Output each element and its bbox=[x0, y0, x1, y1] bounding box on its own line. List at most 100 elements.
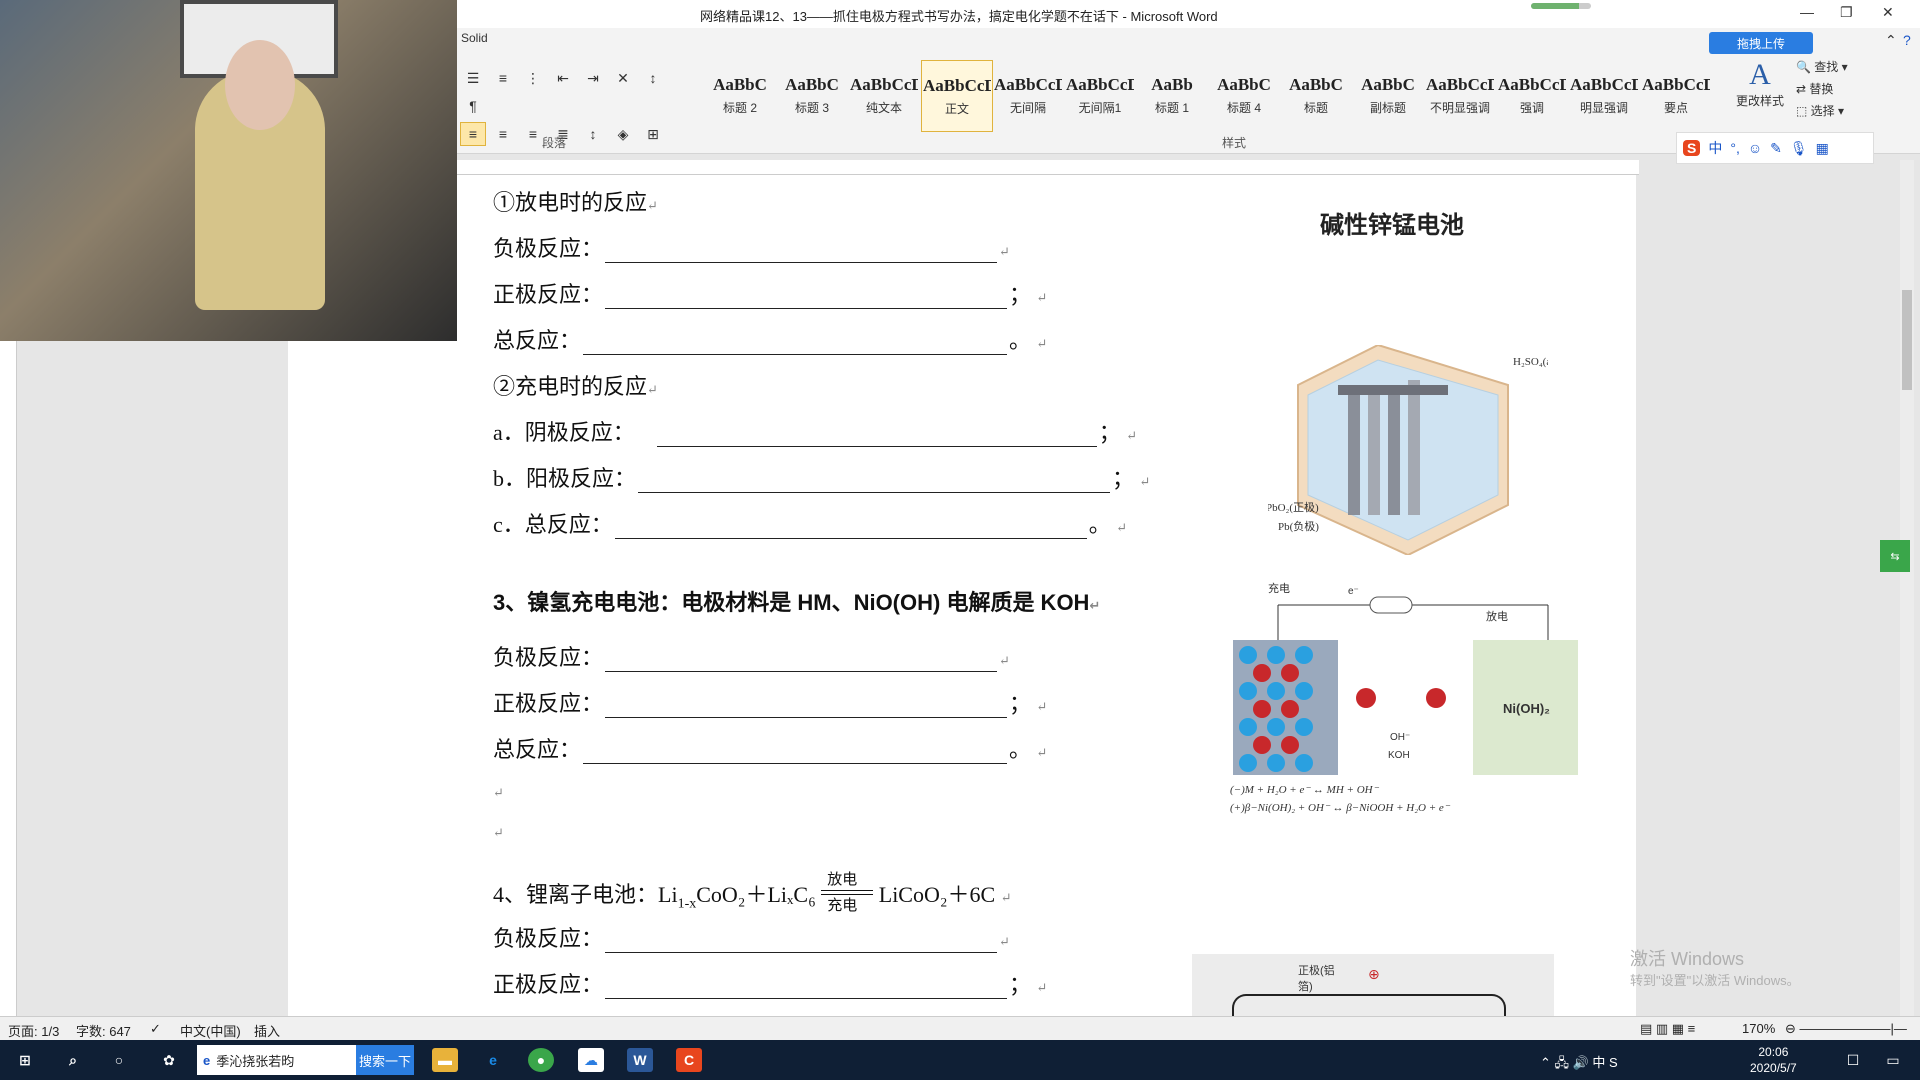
electron-label: e⁻ bbox=[1348, 586, 1359, 597]
sec4-prefix: 4、锂离子电池：Li bbox=[493, 882, 678, 907]
document-page[interactable]: ①放电时的反应↵ 负极反应： ↵ 正极反应： ； ↵ 总反应： 。 ↵ ②充电时的反应… bbox=[288, 175, 1636, 1017]
font-name[interactable]: Solid bbox=[461, 31, 488, 45]
search-box[interactable]: e 季沁挠张若昀 搜索一下 bbox=[197, 1045, 414, 1075]
restore-button[interactable]: ❐ bbox=[1840, 4, 1853, 21]
style-4[interactable]: AaBbCcDd 正文 bbox=[921, 60, 993, 132]
numbering-icon[interactable]: ≡ bbox=[490, 66, 516, 90]
style-2[interactable]: AaBbC 标题 3 bbox=[777, 60, 847, 130]
punctuation-icon[interactable]: °, bbox=[1730, 140, 1740, 156]
activation-watermark: 激活 Windows bbox=[1630, 949, 1745, 969]
style-14[interactable]: AaBbCcDd 要点 bbox=[1641, 60, 1711, 130]
app-icon[interactable]: ✿ bbox=[156, 1048, 182, 1072]
style-9[interactable]: AaBbC 标题 bbox=[1281, 60, 1351, 130]
help-icon[interactable]: ? bbox=[1903, 32, 1911, 48]
view-buttons[interactable]: ▤ ▥ ▦ ≡ bbox=[1640, 1021, 1695, 1037]
scrollbar-thumb[interactable] bbox=[1902, 290, 1912, 390]
select-button[interactable]: ⬚ 选择 ▾ bbox=[1796, 100, 1848, 122]
answer-blank[interactable] bbox=[605, 653, 998, 672]
ime-lang-toggle[interactable]: 中 bbox=[1708, 138, 1722, 158]
cloud-app-icon[interactable]: ☁ bbox=[578, 1048, 604, 1072]
edge-icon[interactable]: e bbox=[480, 1048, 506, 1072]
style-10[interactable]: AaBbC 副标题 bbox=[1353, 60, 1423, 130]
answer-blank[interactable] bbox=[605, 934, 998, 953]
style-name: 纯文本 bbox=[865, 100, 902, 115]
answer-blank[interactable] bbox=[656, 428, 1097, 447]
section-4-heading: 4、锂离子电池：Li1-xCoO₂＋LiₓC₆ 放电 充电 LiCoO₂＋6C … bbox=[493, 872, 1012, 914]
notifications-icon[interactable]: ☐ bbox=[1840, 1048, 1866, 1072]
horizontal-ruler[interactable] bbox=[455, 160, 1639, 175]
total-label: 总反应： bbox=[493, 328, 582, 353]
li-plus-icon: ⊕ bbox=[1368, 966, 1380, 982]
close-button[interactable]: ✕ bbox=[1882, 4, 1894, 21]
insert-mode[interactable]: 插入 bbox=[254, 1021, 280, 1040]
period: 。 bbox=[1009, 328, 1032, 353]
answer-blank[interactable] bbox=[638, 474, 1111, 493]
ribbon-collapse-icon[interactable]: ⌃ bbox=[1885, 32, 1897, 49]
mic-icon[interactable]: 🎙 bbox=[1790, 140, 1808, 157]
clock[interactable]: 20:06 2020/5/7 bbox=[1750, 1044, 1797, 1076]
answer-blank[interactable] bbox=[614, 520, 1087, 539]
search-icon[interactable]: ⌕ bbox=[60, 1048, 86, 1072]
style-6[interactable]: AaBbCcD 无间隔1 bbox=[1065, 60, 1135, 130]
system-tray[interactable]: ⌃ 🖧 🔊 中 S bbox=[1540, 1052, 1618, 1076]
language-status[interactable]: 中文(中国) bbox=[180, 1021, 241, 1040]
recorder-icon[interactable]: C bbox=[676, 1048, 702, 1072]
style-preview: AaBbCcDd bbox=[994, 74, 1062, 94]
start-icon[interactable]: ⊞ bbox=[12, 1048, 38, 1072]
change-style-button[interactable]: A 更改样式 bbox=[1735, 58, 1785, 109]
action-center-icon[interactable]: ▭ bbox=[1880, 1048, 1906, 1072]
minimize-button[interactable]: — bbox=[1800, 4, 1814, 20]
page-count[interactable]: 页面: 1/3 bbox=[8, 1021, 59, 1040]
line-spacing-icon[interactable]: ↕ bbox=[580, 122, 606, 146]
search-button[interactable]: 搜索一下 bbox=[356, 1045, 414, 1075]
side-translate-tab[interactable]: ⇆ bbox=[1880, 540, 1910, 572]
style-8[interactable]: AaBbC 标题 4 bbox=[1209, 60, 1279, 130]
zoom-level[interactable]: 170% bbox=[1742, 1021, 1775, 1036]
vertical-ruler[interactable] bbox=[0, 340, 17, 1016]
asian-layout-icon[interactable]: ✕ bbox=[610, 66, 636, 90]
style-7[interactable]: AaBb 标题 1 bbox=[1137, 60, 1207, 130]
discharge-title: ①放电时的反应 bbox=[493, 190, 648, 215]
show-marks-icon[interactable]: ¶ bbox=[460, 94, 486, 118]
proofing-icon[interactable]: ✓ bbox=[150, 1021, 161, 1037]
decrease-indent-icon[interactable]: ⇤ bbox=[550, 66, 576, 90]
increase-indent-icon[interactable]: ⇥ bbox=[580, 66, 606, 90]
align-left-icon[interactable]: ≡ bbox=[460, 122, 486, 146]
answer-blank[interactable] bbox=[583, 745, 1008, 764]
answer-blank[interactable] bbox=[583, 336, 1008, 355]
find-button[interactable]: 🔍 查找 ▾ bbox=[1796, 56, 1848, 78]
sogou-logo-icon: S bbox=[1683, 140, 1701, 156]
cortana-icon[interactable]: ○ bbox=[106, 1048, 132, 1072]
grid-icon[interactable]: ▦ bbox=[1816, 140, 1829, 157]
shading-icon[interactable]: ◈ bbox=[610, 122, 636, 146]
answer-blank[interactable] bbox=[605, 980, 1008, 999]
sec3-text: 3、镍氢充电电池：电极材料是 HM、NiO(OH) 电解质是 KOH bbox=[493, 590, 1090, 615]
ime-toolbar: S 中 °, ☺ ✎ 🎙 ▦ bbox=[1676, 132, 1874, 164]
pen-icon[interactable]: ✎ bbox=[1770, 140, 1782, 157]
file-explorer-icon[interactable]: ▬ bbox=[432, 1048, 458, 1072]
style-12[interactable]: AaBbCcDd 强调 bbox=[1497, 60, 1567, 130]
style-3[interactable]: AaBbCcDd 纯文本 bbox=[849, 60, 919, 130]
answer-blank[interactable] bbox=[605, 244, 998, 263]
borders-icon[interactable]: ⊞ bbox=[640, 122, 666, 146]
answer-blank[interactable] bbox=[605, 699, 1008, 718]
align-center-icon[interactable]: ≡ bbox=[490, 122, 516, 146]
emoji-icon[interactable]: ☺ bbox=[1748, 140, 1762, 156]
style-13[interactable]: AaBbCcDd 明显强调 bbox=[1569, 60, 1639, 130]
style-5[interactable]: AaBbCcDd 无间隔 bbox=[993, 60, 1063, 130]
nimh-equation-1: (−)M + H₂O + e⁻ ↔ MH + OH⁻ bbox=[1230, 784, 1380, 796]
pbo2-label: PbO₂(正极) bbox=[1268, 500, 1319, 514]
bullets-icon[interactable]: ☰ bbox=[460, 66, 486, 90]
chrome-like-icon[interactable]: ● bbox=[528, 1048, 554, 1072]
answer-blank[interactable] bbox=[605, 290, 1008, 309]
style-1[interactable]: AaBbC 标题 2 bbox=[705, 60, 775, 130]
replace-button[interactable]: ⇄ 替换 bbox=[1796, 78, 1848, 100]
style-11[interactable]: AaBbCcDd 不明显强调 bbox=[1425, 60, 1495, 130]
vertical-scrollbar[interactable] bbox=[1900, 160, 1914, 1016]
multilevel-icon[interactable]: ⋮ bbox=[520, 66, 546, 90]
upload-button[interactable]: 拖拽上传 bbox=[1709, 32, 1813, 54]
word-icon[interactable]: W bbox=[627, 1048, 653, 1072]
change-style-label: 更改样式 bbox=[1735, 94, 1784, 108]
word-count[interactable]: 字数: 647 bbox=[76, 1021, 131, 1040]
sort-icon[interactable]: ↕ bbox=[640, 66, 666, 90]
